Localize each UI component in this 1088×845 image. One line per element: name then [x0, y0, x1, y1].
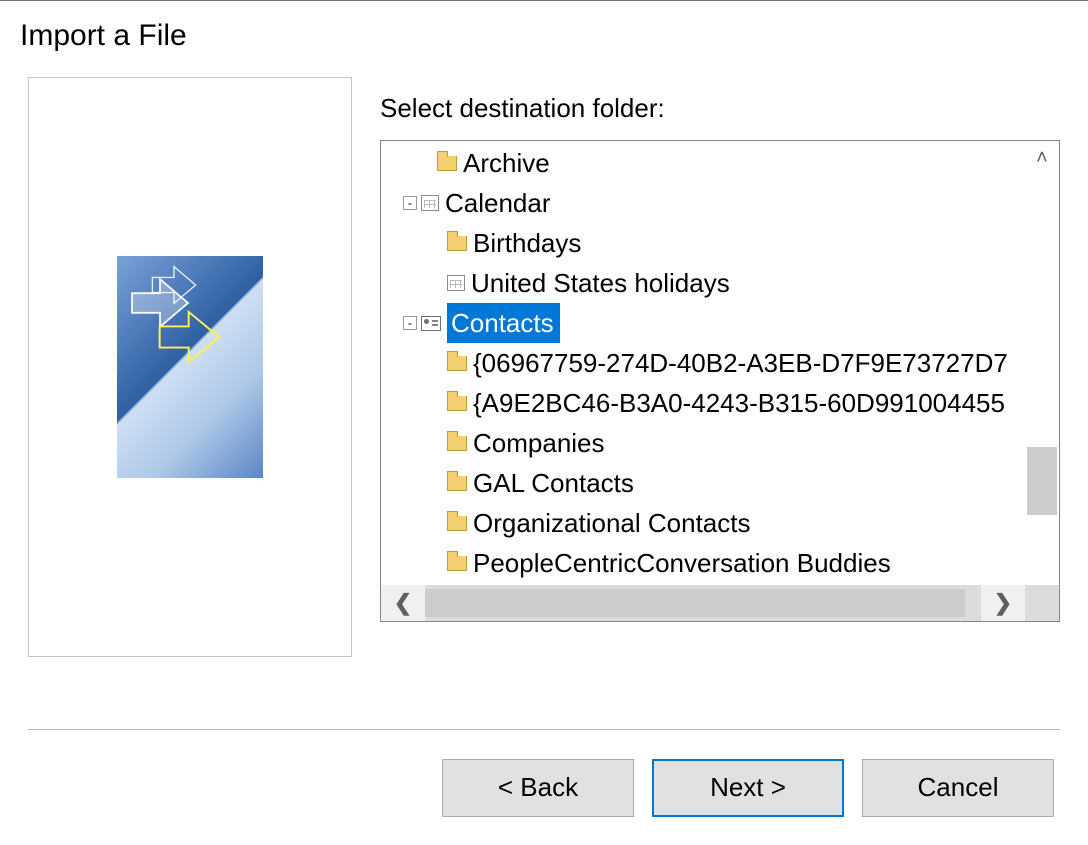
- dialog-title: Import a File: [0, 1, 1088, 77]
- wizard-arrow-graphic: [117, 256, 263, 478]
- tree-item-gal-contacts[interactable]: GAL Contacts: [381, 463, 1025, 503]
- folder-icon: [447, 356, 467, 371]
- tree-item-birthdays[interactable]: Birthdays: [381, 223, 1025, 263]
- folder-icon: [447, 516, 467, 531]
- back-button[interactable]: < Back: [442, 759, 634, 817]
- tree-item-label: GAL Contacts: [473, 463, 640, 503]
- vertical-scrollbar[interactable]: ˄ ˅: [1025, 141, 1059, 621]
- folder-icon: [437, 156, 457, 171]
- tree-item-label: {A9E2BC46-B3A0-4243-B315-60D991004455: [473, 383, 1011, 423]
- wizard-image-pane: [28, 77, 352, 657]
- tree-item-label: Archive: [463, 143, 556, 183]
- tree-item-label: Calendar: [445, 183, 557, 223]
- instruction-label: Select destination folder:: [380, 93, 1060, 124]
- calendar-icon: [447, 275, 465, 291]
- tree-item-org-contacts[interactable]: Organizational Contacts: [381, 503, 1025, 543]
- wizard-button-row: < Back Next > Cancel: [28, 729, 1060, 845]
- collapse-toggle[interactable]: -: [403, 196, 417, 210]
- scroll-thumb[interactable]: [425, 589, 965, 617]
- folder-icon: [447, 436, 467, 451]
- horizontal-scrollbar[interactable]: ❮ ❯: [381, 585, 1059, 621]
- tree-item-calendar[interactable]: - Calendar: [381, 183, 1025, 223]
- tree-item-label: PeopleCentricConversation Buddies: [473, 543, 897, 583]
- scroll-up-icon[interactable]: ˄: [1025, 141, 1059, 175]
- scroll-track[interactable]: [1025, 175, 1059, 587]
- tree-item-companies[interactable]: Companies: [381, 423, 1025, 463]
- tree-item-label: United States holidays: [471, 263, 736, 303]
- tree-item-guid-0696[interactable]: {06967759-274D-40B2-A3EB-D7F9E73727D7: [381, 343, 1025, 383]
- tree-item-guid-a9e2[interactable]: {A9E2BC46-B3A0-4243-B315-60D991004455: [381, 383, 1025, 423]
- cancel-button[interactable]: Cancel: [862, 759, 1054, 817]
- tree-item-label: Organizational Contacts: [473, 503, 756, 543]
- tree-item-archive[interactable]: Archive: [381, 143, 1025, 183]
- calendar-icon: [421, 195, 439, 211]
- folder-tree[interactable]: Archive - Calendar Birthdays United S: [380, 140, 1060, 622]
- tree-item-us-holidays[interactable]: United States holidays: [381, 263, 1025, 303]
- folder-icon: [447, 476, 467, 491]
- scroll-left-icon[interactable]: ❮: [381, 585, 425, 621]
- folder-icon: [447, 236, 467, 251]
- next-button[interactable]: Next >: [652, 759, 844, 817]
- tree-item-label: Birthdays: [473, 223, 587, 263]
- tree-item-label: Companies: [473, 423, 611, 463]
- tree-item-people-buddies[interactable]: PeopleCentricConversation Buddies: [381, 543, 1025, 583]
- scroll-track[interactable]: [425, 585, 981, 621]
- contacts-icon: [421, 316, 441, 331]
- scroll-right-icon[interactable]: ❯: [981, 585, 1025, 621]
- collapse-toggle[interactable]: -: [403, 316, 417, 330]
- tree-item-label: Contacts: [447, 303, 560, 343]
- folder-icon: [447, 556, 467, 571]
- scroll-thumb[interactable]: [1027, 447, 1057, 515]
- folder-icon: [447, 396, 467, 411]
- tree-item-contacts[interactable]: - Contacts: [381, 303, 1025, 343]
- tree-item-label: {06967759-274D-40B2-A3EB-D7F9E73727D7: [473, 343, 1014, 383]
